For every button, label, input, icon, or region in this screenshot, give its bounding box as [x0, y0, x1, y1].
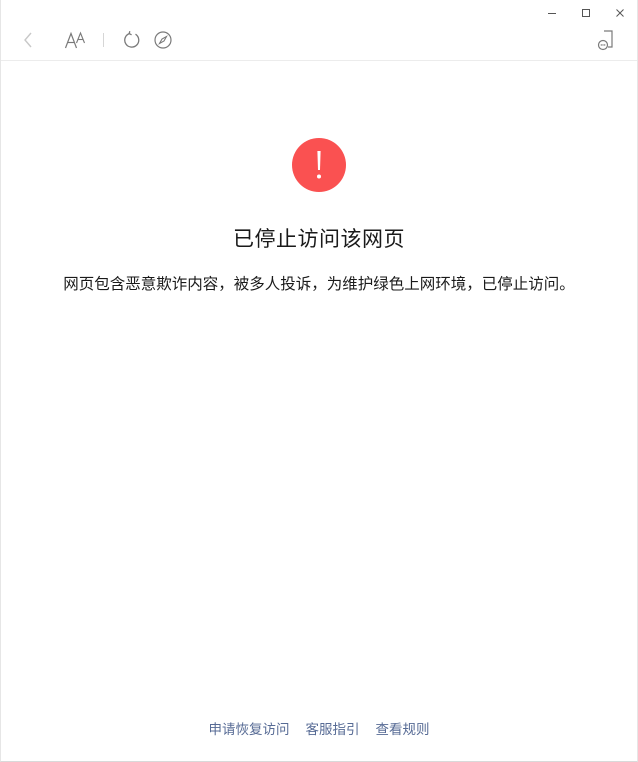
back-button[interactable] [15, 26, 41, 54]
font-size-button[interactable] [61, 26, 89, 54]
toolbar [1, 26, 637, 61]
compass-icon [154, 31, 172, 49]
window-controls [535, 0, 637, 26]
device-button[interactable] [593, 26, 619, 54]
exclamation-icon [317, 151, 321, 179]
warning-badge [292, 138, 346, 192]
toolbar-divider [103, 33, 104, 47]
browser-window: 已停止访问该网页 网页包含恶意欺诈内容，被多人投诉，为维护绿色上网环境，已停止访… [0, 0, 638, 762]
refresh-icon [124, 31, 140, 48]
back-arrow-icon [24, 32, 32, 48]
minimize-button[interactable] [535, 0, 569, 26]
device-icon [597, 30, 613, 51]
close-button[interactable] [603, 0, 637, 26]
warning-message: 网页包含恶意欺诈内容，被多人投诉，为维护绿色上网环境，已停止访问。 [63, 275, 575, 293]
appeal-restore-access-link[interactable]: 申请恢复访问 [209, 718, 290, 738]
compass-button[interactable] [150, 26, 176, 54]
view-rules-link[interactable]: 查看规则 [376, 718, 430, 738]
maximize-button[interactable] [569, 0, 603, 26]
customer-service-guide-link[interactable]: 客服指引 [306, 718, 360, 738]
font-size-icon [64, 31, 86, 49]
main-content: 已停止访问该网页 网页包含恶意欺诈内容，被多人投诉，为维护绿色上网环境，已停止访… [1, 61, 637, 761]
footer-links: 申请恢复访问 客服指引 查看规则 [1, 718, 637, 738]
close-icon [616, 9, 624, 17]
minimize-icon [548, 13, 556, 14]
maximize-icon [582, 9, 590, 17]
page-title: 已停止访问该网页 [233, 227, 405, 251]
refresh-button[interactable] [119, 26, 145, 54]
